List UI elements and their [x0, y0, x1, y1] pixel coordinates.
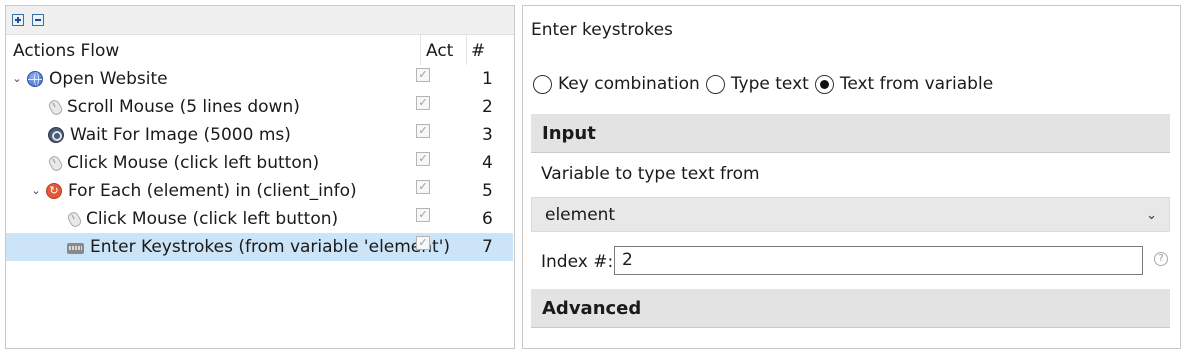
tree-row-label: For Each (element) in (client_info) — [68, 181, 357, 201]
act-checkbox[interactable]: ✓ — [416, 236, 430, 250]
row-number: 4 — [482, 153, 493, 173]
actions-tree: ⌄ Open Website ✓ 1 Scroll Mouse (5 lines… — [6, 65, 514, 261]
variable-label: Variable to type text from — [541, 164, 760, 184]
tree-row-label: Enter Keystrokes (from variable 'element… — [90, 237, 451, 257]
act-checkbox[interactable]: ✓ — [416, 152, 430, 166]
tree-row-wait-for-image[interactable]: Wait For Image (5000 ms) ✓ 3 — [6, 121, 514, 149]
mouse-icon — [65, 209, 84, 229]
row-number: 5 — [482, 181, 493, 201]
radio-circle-icon[interactable] — [705, 74, 725, 94]
radio-label: Key combination — [558, 74, 700, 94]
variable-select-value: element — [545, 205, 616, 225]
tree-row-label: Click Mouse (click left button) — [86, 209, 339, 229]
row-number: 1 — [482, 69, 493, 89]
row-number: 7 — [482, 237, 493, 257]
index-input[interactable]: 2 — [614, 246, 1143, 275]
row-number: 2 — [482, 97, 493, 117]
column-header-number[interactable]: # — [466, 35, 514, 65]
radio-label: Text from variable — [839, 74, 994, 94]
tree-row-label: Click Mouse (click left button) — [67, 153, 320, 173]
expand-all-icon[interactable] — [12, 14, 24, 26]
index-label: Index #: — [541, 252, 614, 272]
collapse-all-icon[interactable] — [32, 14, 44, 26]
radio-text-from-variable[interactable]: Text from variable — [814, 74, 994, 94]
variable-select[interactable]: element ⌄ — [531, 197, 1170, 232]
chevron-down-icon[interactable]: ⌄ — [10, 65, 24, 93]
radio-key-combination[interactable]: Key combination — [533, 74, 700, 94]
mode-radio-group: Key combination Type text Text from vari… — [533, 74, 999, 94]
act-checkbox[interactable]: ✓ — [416, 180, 430, 194]
act-checkbox[interactable]: ✓ — [416, 208, 430, 222]
tree-row-scroll-mouse[interactable]: Scroll Mouse (5 lines down) ✓ 2 — [6, 93, 514, 121]
tree-row-open-website[interactable]: ⌄ Open Website ✓ 1 — [6, 65, 514, 93]
actions-flow-panel: Actions Flow Act # ⌄ Open Website ✓ 1 Sc… — [5, 5, 515, 349]
chevron-down-icon[interactable]: ⌄ — [29, 177, 43, 205]
column-header-act[interactable]: Act — [420, 35, 466, 65]
tree-row-label: Wait For Image (5000 ms) — [70, 125, 291, 145]
wait-image-icon — [48, 127, 64, 143]
tree-row-click-mouse[interactable]: Click Mouse (click left button) ✓ 4 — [6, 149, 514, 177]
advanced-section-header[interactable]: Advanced — [531, 289, 1170, 328]
row-number: 3 — [482, 125, 493, 145]
help-icon[interactable]: ? — [1154, 252, 1168, 266]
tree-row-click-mouse-nested[interactable]: Click Mouse (click left button) ✓ 6 — [6, 205, 514, 233]
radio-type-text[interactable]: Type text — [705, 74, 809, 94]
act-checkbox[interactable]: ✓ — [416, 96, 430, 110]
radio-circle-icon[interactable] — [533, 74, 552, 94]
radio-label: Type text — [730, 74, 809, 94]
input-section-header[interactable]: Input — [531, 114, 1170, 153]
keyboard-icon — [67, 243, 84, 254]
tree-row-label: Open Website — [49, 69, 168, 89]
globe-icon — [27, 71, 43, 87]
tree-toolbar — [6, 6, 514, 35]
mouse-icon — [46, 97, 65, 117]
mouse-icon — [46, 153, 65, 173]
act-checkbox[interactable]: ✓ — [416, 124, 430, 138]
loop-icon: ↻ — [46, 183, 62, 199]
properties-panel: Enter keystrokes Key combination Type te… — [522, 5, 1181, 349]
panel-title: Enter keystrokes — [531, 20, 673, 40]
tree-row-enter-keystrokes[interactable]: Enter Keystrokes (from variable 'element… — [6, 233, 513, 261]
column-header-actions-flow[interactable]: Actions Flow — [13, 35, 119, 65]
row-number: 6 — [482, 209, 493, 229]
tree-row-for-each[interactable]: ⌄ ↻ For Each (element) in (client_info) … — [6, 177, 514, 205]
tree-header: Actions Flow Act # — [6, 35, 514, 65]
tree-row-label: Scroll Mouse (5 lines down) — [67, 97, 300, 117]
chevron-down-icon[interactable]: ⌄ — [1146, 198, 1157, 233]
act-checkbox[interactable]: ✓ — [416, 68, 430, 82]
radio-selected-icon[interactable] — [814, 74, 834, 94]
